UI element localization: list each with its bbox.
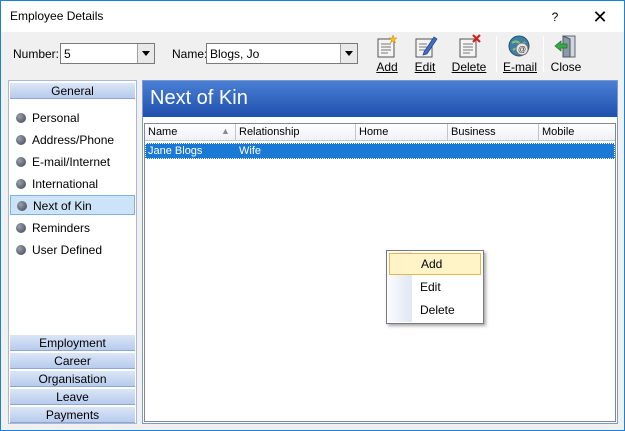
nav-item-next-of-kin[interactable]: Next of Kin [10, 195, 135, 215]
number-label: Number: [13, 47, 60, 61]
close-window-button[interactable]: ✕ [586, 4, 614, 30]
svg-text:@: @ [518, 45, 526, 54]
nav-item-label: Next of Kin [33, 199, 92, 213]
name-combobox[interactable]: Blogs, Jo [206, 43, 358, 64]
next-of-kin-table: Name ▲ Relationship Home Business Mobile… [144, 123, 616, 422]
email-button-label: E-mail [502, 60, 537, 74]
nav-item-address-phone[interactable]: Address/Phone [10, 130, 135, 150]
column-header-home[interactable]: Home [356, 124, 448, 141]
edit-record-icon [415, 36, 438, 58]
section-payments[interactable]: Payments [10, 406, 135, 423]
name-label: Name: [172, 47, 208, 61]
bullet-icon [17, 201, 27, 211]
delete-button-label: Delete [451, 60, 487, 74]
table-header: Name ▲ Relationship Home Business Mobile [145, 124, 615, 141]
section-general[interactable]: General [10, 82, 135, 99]
context-menu-edit[interactable]: Edit [389, 276, 481, 298]
context-menu-delete-label: Delete [420, 303, 455, 317]
close-button[interactable]: Close [549, 33, 583, 75]
sort-ascending-icon: ▲ [221, 126, 230, 136]
bullet-icon [16, 245, 26, 255]
bullet-icon [16, 179, 26, 189]
help-button[interactable]: ? [541, 4, 569, 30]
nav-item-personal[interactable]: Personal [10, 108, 135, 128]
nav-item-label: User Defined [32, 243, 103, 257]
context-menu-add-label: Add [421, 257, 443, 271]
bullet-icon [16, 113, 26, 123]
navigation-panel: General Personal Address/Phone E-mail/In… [8, 80, 137, 424]
employee-details-window: Employee Details ? ✕ Number: 5 Name: Blo… [0, 0, 625, 431]
main-panel: Next of Kin Name ▲ Relationship Home Bus… [142, 80, 618, 424]
close-button-label: Close [550, 60, 582, 74]
context-menu: Add Edit Delete [386, 250, 484, 324]
bullet-icon [16, 157, 26, 167]
bullet-icon [16, 223, 26, 233]
chevron-down-icon[interactable] [137, 44, 154, 63]
section-employment[interactable]: Employment [10, 334, 135, 351]
cell-name: Jane Blogs [148, 145, 203, 157]
context-menu-add[interactable]: Add [389, 253, 481, 275]
context-menu-edit-label: Edit [420, 280, 441, 294]
cell-home [357, 144, 449, 160]
context-menu-delete[interactable]: Delete [389, 299, 481, 321]
edit-button[interactable]: Edit [409, 33, 441, 75]
column-header-mobile[interactable]: Mobile [539, 124, 615, 141]
nav-item-label: Reminders [32, 221, 91, 235]
add-button-label: Add [376, 60, 398, 74]
nav-item-international[interactable]: International [10, 174, 135, 194]
email-globe-icon: @ [508, 35, 530, 57]
bullet-icon [16, 135, 26, 145]
cell-relationship: Wife [239, 145, 261, 157]
nav-item-label: Address/Phone [32, 133, 115, 147]
column-header-relationship[interactable]: Relationship [236, 124, 356, 141]
section-leave[interactable]: Leave [10, 388, 135, 405]
column-header-business[interactable]: Business [448, 124, 539, 141]
exit-door-icon [554, 35, 576, 58]
nav-item-user-defined[interactable]: User Defined [10, 240, 135, 260]
section-banner: Next of Kin [143, 81, 617, 117]
nav-item-reminders[interactable]: Reminders [10, 218, 135, 238]
add-button[interactable]: Add [371, 33, 403, 75]
number-value: 5 [64, 47, 71, 61]
section-organisation[interactable]: Organisation [10, 370, 135, 387]
toolbar: Number: 5 Name: Blogs, Jo Add Edit Delet… [1, 32, 624, 77]
toolbar-separator [543, 36, 544, 72]
edit-button-label: Edit [414, 60, 436, 74]
email-button[interactable]: @ E-mail [501, 33, 539, 75]
add-record-icon [377, 34, 398, 58]
nav-item-label: E-mail/Internet [32, 155, 111, 169]
name-value: Blogs, Jo [210, 47, 260, 61]
title-bar: Employee Details ? ✕ [1, 1, 624, 32]
nav-item-label: Personal [32, 111, 80, 125]
page-title: Next of Kin [150, 87, 248, 109]
toolbar-separator [496, 36, 497, 72]
nav-item-email-internet[interactable]: E-mail/Internet [10, 152, 135, 172]
section-career[interactable]: Career [10, 352, 135, 369]
nav-item-label: International [32, 177, 99, 191]
cell-mobile [540, 144, 616, 160]
table-row[interactable]: Jane Blogs Wife [145, 143, 615, 159]
window-title: Employee Details [10, 9, 104, 23]
delete-record-icon [459, 34, 481, 58]
number-combobox[interactable]: 5 [60, 43, 155, 64]
delete-button[interactable]: Delete [447, 33, 491, 75]
cell-business [449, 144, 540, 160]
chevron-down-icon[interactable] [340, 44, 357, 63]
